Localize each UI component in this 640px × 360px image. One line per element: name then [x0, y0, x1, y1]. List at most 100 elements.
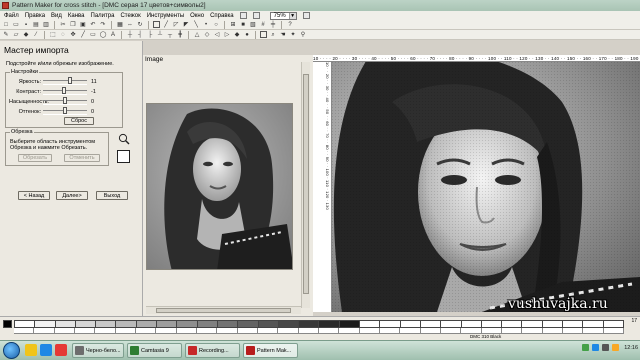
stitch-a-icon[interactable]: ┼ [126, 31, 134, 39]
paste-icon[interactable]: ▣ [79, 21, 87, 29]
palette-swatch[interactable] [75, 320, 97, 328]
thread-view-icon[interactable]: ▧ [249, 21, 257, 29]
browser-icon[interactable] [40, 344, 52, 356]
menu-tools[interactable]: Инструменты [147, 13, 184, 19]
zoom-tool-icon[interactable]: ⌕ [269, 31, 277, 39]
tray-flag-icon[interactable] [612, 344, 620, 351]
open-icon[interactable]: ▭ [12, 21, 20, 29]
line-icon[interactable]: ╱ [79, 31, 87, 39]
palette-swatch[interactable] [238, 320, 259, 328]
palette-empty-swatch[interactable] [502, 320, 523, 328]
palette-empty-swatch[interactable] [400, 320, 421, 328]
crop-button[interactable]: Обрезать [18, 154, 52, 162]
zoom-out-icon[interactable] [302, 12, 310, 19]
tray-volume-icon[interactable] [602, 344, 610, 351]
import-icon[interactable]: ▦ [116, 21, 124, 29]
current-color-swatch[interactable] [3, 320, 12, 328]
color-view-icon[interactable]: ■ [239, 21, 247, 29]
saturation-slider[interactable] [43, 96, 87, 105]
french-knot-icon[interactable]: • [202, 21, 210, 29]
ruler-icon[interactable]: ╪ [269, 21, 277, 29]
full-stitch-icon[interactable] [153, 21, 160, 28]
preview-image[interactable] [146, 103, 293, 270]
flip-icon[interactable]: ⇔ [126, 21, 134, 29]
save-icon[interactable]: ▪ [22, 21, 30, 29]
palette-swatch[interactable] [217, 320, 239, 328]
task-item-recording[interactable]: Recording... [185, 343, 240, 358]
dropper-icon[interactable]: ⁄ [32, 31, 40, 39]
saturation-slider-thumb[interactable] [63, 96, 67, 104]
explorer-icon[interactable] [25, 344, 37, 356]
menu-edit[interactable]: Правка [25, 13, 45, 19]
palette-swatch[interactable] [278, 320, 300, 328]
image-horizontal-scroll-thumb[interactable] [156, 308, 291, 313]
shape-a-icon[interactable]: △ [193, 31, 201, 39]
palette-swatch[interactable] [299, 320, 320, 328]
eraser-icon[interactable]: ▱ [12, 31, 20, 39]
palette-empty-swatch[interactable] [420, 320, 442, 328]
stitch-b-icon[interactable]: ┤ [136, 31, 144, 39]
image-horizontal-scrollbar[interactable] [146, 306, 301, 314]
palette-swatch[interactable] [177, 320, 198, 328]
menu-help[interactable]: Справка [210, 13, 234, 19]
palette-empty-swatch[interactable] [522, 320, 543, 328]
palette-empty-swatch[interactable] [481, 320, 503, 328]
pattern-canvas[interactable] [332, 62, 640, 312]
task-item-pattern-maker[interactable]: Pattern Mak... [243, 343, 298, 358]
shape-c-icon[interactable]: ◁ [213, 31, 221, 39]
shape-b-icon[interactable]: ◇ [203, 31, 211, 39]
help-icon[interactable]: ? [286, 21, 294, 29]
back-button[interactable]: < Назад [18, 191, 50, 200]
palette-empty-swatch[interactable] [360, 320, 381, 328]
crop-region-icon[interactable] [117, 150, 130, 163]
palette-swatch[interactable] [116, 320, 137, 328]
tray-network-icon[interactable] [582, 344, 590, 351]
start-button[interactable] [3, 342, 20, 359]
palette-swatch[interactable] [157, 320, 178, 328]
brightness-slider-thumb[interactable] [68, 76, 73, 84]
zoom-in-icon[interactable] [252, 12, 260, 19]
image-vertical-scroll-thumb[interactable] [303, 74, 309, 294]
redo-icon[interactable]: ↷ [99, 21, 107, 29]
undo-icon[interactable]: ↶ [89, 21, 97, 29]
pencil-icon[interactable]: ✎ [2, 31, 10, 39]
symbol-view-icon[interactable]: ⊞ [229, 21, 237, 29]
contrast-slider-thumb[interactable] [62, 86, 67, 94]
copy-icon[interactable]: ❐ [69, 21, 77, 29]
taskbar-clock[interactable]: 12:16 [624, 345, 638, 351]
contrast-slider[interactable] [43, 86, 87, 95]
backstitch-icon[interactable]: ╲ [192, 21, 200, 29]
menu-window[interactable]: Окно [190, 13, 204, 19]
palette-swatch[interactable] [258, 320, 279, 328]
move-icon[interactable]: ✥ [69, 31, 77, 39]
stitch-f-icon[interactable]: ╋ [176, 31, 184, 39]
grid-icon[interactable] [239, 12, 247, 19]
palette-empty-swatch[interactable] [441, 320, 462, 328]
select-rect-icon[interactable]: ⬚ [49, 31, 57, 39]
new-icon[interactable]: □ [2, 21, 10, 29]
palette-swatch[interactable] [136, 320, 158, 328]
select-lasso-icon[interactable]: ◌ [59, 31, 67, 39]
hue-slider[interactable] [43, 106, 87, 115]
bead-icon[interactable]: ○ [212, 21, 220, 29]
menu-stitch[interactable]: Стежок [120, 13, 140, 19]
media-player-icon[interactable] [55, 344, 67, 356]
fill-icon[interactable]: ◆ [22, 31, 30, 39]
cut-icon[interactable]: ✂ [59, 21, 67, 29]
cancel-crop-button[interactable]: Отменить [64, 154, 100, 162]
task-item-camtasia[interactable]: Camtasia 9 [127, 343, 182, 358]
palette-empty-swatch[interactable] [380, 320, 401, 328]
palette-empty-swatch[interactable] [461, 320, 482, 328]
palette-empty-swatch[interactable] [583, 320, 604, 328]
palette-swatch[interactable] [55, 320, 76, 328]
magic-wand-icon[interactable]: ✦ [289, 31, 297, 39]
rotate-icon[interactable]: ↻ [136, 21, 144, 29]
reset-button[interactable]: Сброс [64, 117, 94, 125]
rect-icon[interactable]: ▭ [89, 31, 97, 39]
text-icon[interactable]: A [109, 31, 117, 39]
menu-palette[interactable]: Палитра [91, 13, 115, 19]
tray-language-icon[interactable] [592, 344, 600, 351]
palette-swatch[interactable] [319, 320, 340, 328]
quarter-stitch-icon[interactable]: ◸ [172, 21, 180, 29]
hand-tool-icon[interactable]: ☚ [279, 31, 287, 39]
